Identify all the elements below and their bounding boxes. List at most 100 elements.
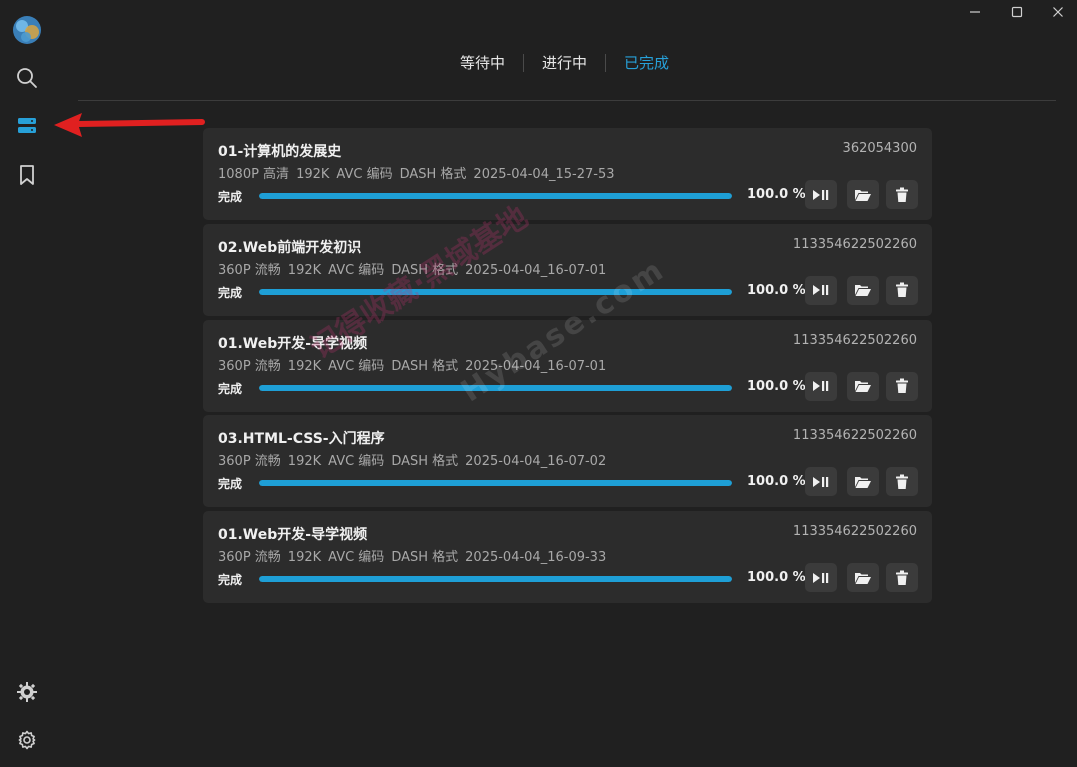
item-meta: 360P 流畅 192K AVC 编码 DASH 格式 2025-04-04_16-07… — [218, 450, 613, 469]
item-format: DASH 格式 — [399, 167, 467, 182]
delete-button[interactable] — [886, 467, 918, 497]
open-folder-button[interactable] — [847, 180, 879, 209]
item-status: 完成 — [218, 477, 243, 492]
play-pause-button[interactable] — [805, 180, 837, 209]
item-meta: 360P 流畅 192K AVC 编码 DASH 格式 2025-04-04_16-07… — [218, 355, 613, 374]
play-pause-button[interactable] — [805, 563, 837, 593]
item-audio: 192K — [287, 262, 322, 278]
item-status: 完成 — [218, 285, 243, 300]
item-status: 完成 — [218, 190, 243, 204]
item-meta: 1080P 高清 192K AVC 编码 DASH 格式 2025-04-04_15-2… — [218, 163, 621, 182]
trash-icon — [896, 378, 908, 394]
item-title: 01-计算机的发展史 — [218, 144, 342, 160]
item-percent: 100.0 % — [747, 474, 806, 490]
gear-icon — [18, 730, 36, 750]
item-title: 03.HTML-CSS-入门程序 — [218, 431, 385, 448]
server-list-icon — [18, 118, 36, 133]
item-codec: AVC 编码 — [328, 550, 385, 566]
download-item: 01.Web开发-导学视频 113354622502260 360P 流畅 192… — [203, 319, 932, 412]
play-pause-button[interactable] — [805, 275, 837, 305]
play-pause-icon — [813, 381, 829, 392]
item-quality: 360P 流畅 — [218, 358, 281, 374]
header-divider — [78, 100, 1056, 101]
sidebar-item-search[interactable] — [12, 63, 42, 93]
delete-button[interactable] — [886, 371, 918, 401]
download-item: 02.Web前端开发初识 113354622502260 360P 流畅 192K… — [203, 223, 932, 316]
sun-gear-icon — [17, 682, 37, 702]
delete-button[interactable] — [886, 275, 918, 305]
app-logo — [9, 12, 45, 48]
play-pause-icon — [813, 285, 829, 296]
bookmark-icon — [20, 165, 34, 185]
item-id: 362054300 — [842, 141, 917, 156]
download-item: 01-计算机的发展史 362054300 1080P 高清 192K AVC 编码 D… — [203, 128, 932, 220]
sidebar-item-settings[interactable] — [12, 725, 42, 755]
trash-icon — [896, 474, 908, 489]
maximize-icon — [1011, 6, 1023, 18]
folder-open-icon — [855, 476, 871, 488]
item-codec: AVC 编码 — [328, 454, 385, 470]
play-pause-button[interactable] — [805, 371, 837, 401]
item-format: DASH 格式 — [391, 262, 459, 278]
open-folder-button[interactable] — [847, 371, 879, 401]
sidebar-item-bookmarks[interactable] — [12, 160, 42, 190]
item-progress-bar — [259, 193, 732, 199]
tab-waiting[interactable]: 等待中 — [442, 52, 523, 74]
item-status: 完成 — [218, 381, 243, 396]
item-time: 2025-04-04_16-09-33 — [465, 550, 607, 566]
item-time: 2025-04-04_16-07-02 — [465, 454, 607, 470]
item-audio: 192K — [287, 454, 322, 470]
minimize-button[interactable] — [955, 0, 995, 24]
item-meta: 360P 流畅 192K AVC 编码 DASH 格式 2025-04-04_16-09… — [218, 546, 613, 565]
download-list: 01-计算机的发展史 362054300 1080P 高清 192K AVC 编码 D… — [203, 128, 932, 607]
item-percent: 100.0 % — [747, 187, 806, 202]
item-audio: 192K — [296, 167, 330, 182]
item-title: 01.Web开发-导学视频 — [218, 527, 368, 544]
folder-open-icon — [855, 285, 871, 297]
open-folder-button[interactable] — [847, 275, 879, 305]
play-pause-button[interactable] — [805, 467, 837, 497]
download-item: 01.Web开发-导学视频 113354622502260 360P 流畅 192… — [203, 511, 932, 604]
item-progress-fill — [259, 384, 732, 391]
item-title: 01.Web开发-导学视频 — [218, 335, 368, 352]
item-time: 2025-04-04_16-07-01 — [465, 358, 607, 374]
search-icon — [17, 68, 37, 88]
sidebar — [0, 0, 54, 767]
item-progress-fill — [259, 480, 732, 487]
item-percent: 100.0 % — [747, 378, 806, 394]
close-window-button[interactable] — [1038, 0, 1077, 24]
trash-icon — [896, 282, 908, 298]
item-progress-fill — [259, 288, 732, 295]
folder-open-icon — [855, 572, 871, 584]
item-percent: 100.0 % — [747, 282, 806, 298]
close-icon — [1053, 7, 1063, 17]
play-pause-icon — [813, 189, 829, 200]
item-time: 2025-04-04_16-07-01 — [465, 262, 607, 278]
item-time: 2025-04-04_15-27-53 — [473, 167, 615, 182]
maximize-button[interactable] — [997, 0, 1037, 24]
item-format: DASH 格式 — [391, 454, 459, 470]
item-format: DASH 格式 — [391, 550, 459, 566]
open-folder-button[interactable] — [847, 467, 879, 497]
sidebar-item-theme[interactable] — [12, 677, 42, 707]
play-pause-icon — [813, 476, 829, 487]
trash-icon — [896, 187, 908, 202]
tab-in-progress[interactable]: 进行中 — [524, 52, 605, 74]
delete-button[interactable] — [886, 563, 918, 593]
item-id: 113354622502260 — [792, 332, 917, 348]
item-quality: 360P 流畅 — [218, 454, 281, 470]
item-progress-fill — [259, 193, 732, 199]
item-progress-bar — [259, 384, 732, 391]
item-progress-bar — [259, 480, 732, 487]
item-quality: 360P 流畅 — [218, 262, 281, 278]
item-audio: 192K — [287, 358, 322, 374]
sidebar-item-downloads[interactable] — [12, 111, 42, 141]
minimize-icon — [970, 11, 980, 13]
item-codec: AVC 编码 — [328, 358, 385, 374]
delete-button[interactable] — [886, 180, 918, 209]
open-folder-button[interactable] — [847, 563, 879, 593]
folder-open-icon — [855, 189, 871, 201]
item-title: 02.Web前端开发初识 — [218, 239, 362, 256]
tab-completed[interactable]: 已完成 — [606, 52, 687, 74]
item-codec: AVC 编码 — [336, 167, 393, 182]
